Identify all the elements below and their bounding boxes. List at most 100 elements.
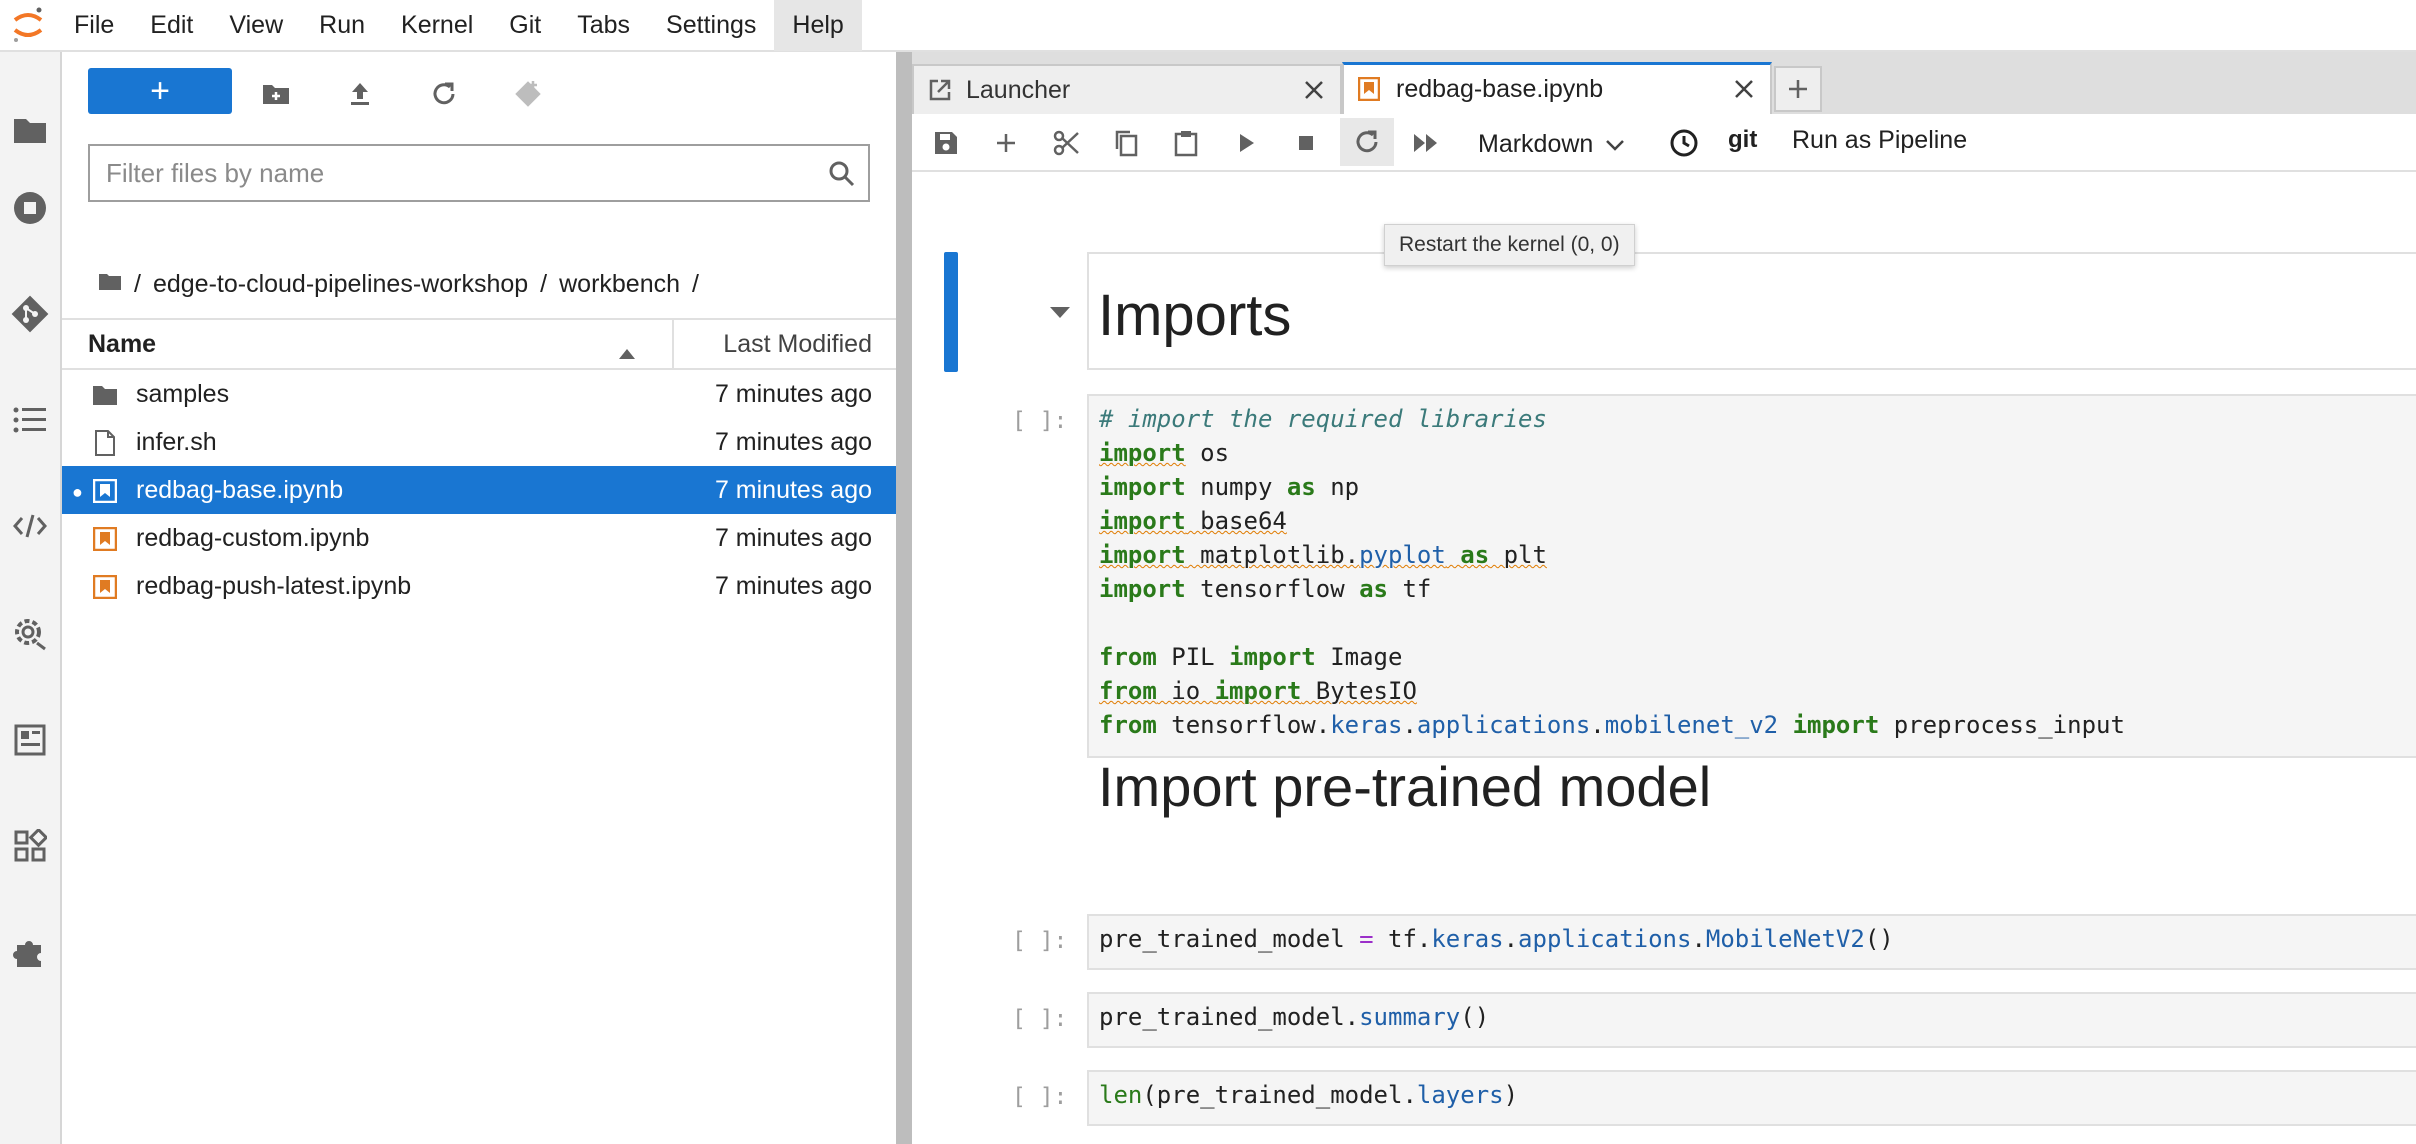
code-cell-model[interactable]: pre_trained_model = tf.keras.application… [1087, 914, 2416, 970]
file-list: samples 7 minutes ago infer.sh 7 minutes… [62, 370, 896, 610]
sort-ascending-icon[interactable] [618, 338, 636, 367]
breadcrumb: / edge-to-cloud-pipelines-workshop / wor… [92, 264, 705, 304]
menu-run[interactable]: Run [301, 0, 383, 51]
file-name: redbag-custom.ipynb [136, 523, 370, 552]
menu-git[interactable]: Git [491, 0, 559, 51]
jupyter-logo-icon [0, 0, 56, 51]
file-browser: + / edge-to-cloud-pipelines-workshop / w… [62, 52, 896, 1144]
list-item-selected[interactable]: ● redbag-base.ipynb 7 minutes ago [62, 466, 896, 514]
new-launcher-button[interactable]: + [88, 68, 232, 114]
tab-launcher[interactable]: Launcher [912, 64, 1342, 114]
git-diff-button[interactable]: git [1728, 126, 1757, 154]
filter-files-input[interactable] [90, 157, 810, 189]
cut-icon[interactable] [1046, 123, 1086, 163]
component-catalog-icon[interactable] [0, 710, 60, 770]
running-indicator-icon: ● [72, 482, 83, 502]
pipeline-components-icon[interactable] [0, 816, 60, 876]
paste-icon[interactable] [1166, 123, 1206, 163]
refresh-icon[interactable] [424, 74, 464, 114]
cell-prompt: [ ]: [1012, 1006, 1068, 1032]
cell-prompt: [ ]: [1012, 928, 1068, 954]
close-icon[interactable] [1302, 78, 1326, 109]
panel-splitter[interactable] [896, 52, 912, 1144]
add-tab-button[interactable] [1774, 66, 1822, 112]
git-icon[interactable] [0, 284, 60, 344]
notebook-icon [1357, 76, 1381, 108]
menu-bar: File Edit View Run Kernel Git Tabs Setti… [0, 0, 2416, 52]
tab-redbag-base[interactable]: redbag-base.ipynb [1342, 62, 1772, 114]
menu-settings[interactable]: Settings [648, 0, 774, 51]
list-item[interactable]: infer.sh 7 minutes ago [62, 418, 896, 466]
close-icon[interactable] [1732, 77, 1756, 108]
stop-circle-icon[interactable] [0, 178, 60, 238]
collapse-caret-icon[interactable] [1048, 304, 1072, 325]
search-icon [828, 160, 856, 193]
notebook-content: Imports [ ]: # import the required libra… [912, 172, 2416, 1144]
code-cell-layers[interactable]: len(pre_trained_model.layers) [1087, 1070, 2416, 1126]
extension-puzzle-icon[interactable] [0, 922, 60, 982]
run-icon[interactable] [1226, 123, 1266, 163]
breadcrumb-workshop[interactable]: edge-to-cloud-pipelines-workshop [153, 270, 528, 299]
list-item[interactable]: redbag-custom.ipynb 7 minutes ago [62, 514, 896, 562]
stop-icon[interactable] [1286, 123, 1326, 163]
active-cell-indicator[interactable] [944, 252, 958, 372]
menu-help[interactable]: Help [774, 0, 862, 51]
tab-label: redbag-base.ipynb [1396, 75, 1604, 103]
file-name: redbag-push-latest.ipynb [136, 571, 412, 600]
file-modified: 7 minutes ago [714, 427, 872, 456]
column-header-last-modified[interactable]: Last Modified [723, 330, 872, 359]
insert-cell-icon[interactable] [986, 123, 1026, 163]
file-name: samples [136, 379, 230, 408]
notebook-toolbar: Markdown git Run as Pipeline [912, 114, 2416, 172]
copy-icon[interactable] [1106, 123, 1146, 163]
new-folder-icon[interactable] [256, 74, 296, 114]
notebook-icon [92, 574, 118, 600]
list-icon[interactable] [0, 390, 60, 450]
restart-kernel-tooltip: Restart the kernel (0, 0) [1384, 224, 1635, 266]
code-cell-summary[interactable]: pre_trained_model.summary() [1087, 992, 2416, 1048]
cell-prompt: [ ]: [1012, 408, 1068, 434]
file-list-header: Name Last Modified [62, 318, 896, 370]
file-modified: 7 minutes ago [714, 379, 872, 408]
file-modified: 7 minutes ago [714, 571, 872, 600]
chevron-down-icon [1605, 130, 1625, 159]
menu-kernel[interactable]: Kernel [383, 0, 491, 51]
launcher-icon [928, 78, 952, 109]
menu-edit[interactable]: Edit [132, 0, 211, 51]
settings-gear-icon[interactable] [0, 604, 60, 664]
breadcrumb-workbench[interactable]: workbench [559, 270, 680, 299]
file-modified: 7 minutes ago [714, 523, 872, 552]
file-name: redbag-base.ipynb [136, 475, 344, 504]
file-icon [92, 430, 118, 456]
git-clone-icon[interactable] [508, 74, 548, 114]
heading-imports: Imports [1098, 283, 1292, 348]
menu-tabs[interactable]: Tabs [559, 0, 648, 51]
upload-icon[interactable] [340, 74, 380, 114]
file-modified: 7 minutes ago [714, 475, 872, 504]
list-item[interactable]: redbag-push-latest.ipynb 7 minutes ago [62, 562, 896, 610]
tab-label: Launcher [966, 75, 1071, 104]
main-area: Launcher redbag-base.ipynb Markdown git … [912, 52, 2416, 1144]
restart-run-all-icon[interactable] [1406, 123, 1446, 163]
notebook-icon [92, 478, 118, 504]
restart-kernel-icon[interactable] [1340, 118, 1394, 166]
list-item[interactable]: samples 7 minutes ago [62, 370, 896, 418]
clock-icon[interactable] [1664, 123, 1704, 163]
menu-file[interactable]: File [56, 0, 132, 51]
tab-bar: Launcher redbag-base.ipynb [912, 52, 2416, 114]
code-cell-imports[interactable]: # import the required libraries import o… [1087, 394, 2416, 758]
folder-icon[interactable] [0, 100, 60, 160]
breadcrumb-home-folder-icon[interactable] [98, 270, 122, 299]
column-divider[interactable] [672, 320, 674, 368]
column-header-name[interactable]: Name [88, 330, 156, 359]
run-as-pipeline-button[interactable]: Run as Pipeline [1792, 126, 1967, 155]
file-name: infer.sh [136, 427, 217, 456]
save-icon[interactable] [926, 123, 966, 163]
cell-type-dropdown[interactable]: Markdown [1478, 124, 1625, 164]
menu-view[interactable]: View [211, 0, 301, 51]
folder-icon [92, 382, 118, 408]
filter-files-field[interactable] [88, 144, 870, 202]
notebook-icon [92, 526, 118, 552]
code-icon[interactable] [0, 496, 60, 556]
cell-type-label: Markdown [1478, 129, 1594, 158]
